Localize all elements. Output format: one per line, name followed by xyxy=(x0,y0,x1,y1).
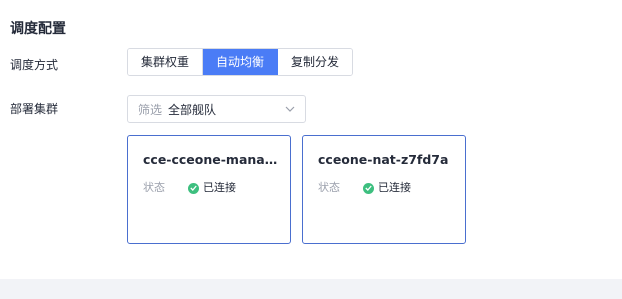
mode-option-cluster-weight[interactable]: 集群权重 xyxy=(128,49,204,75)
mode-option-auto-balance[interactable]: 自动均衡 xyxy=(203,49,279,75)
scheduling-mode-label: 调度方式 xyxy=(10,58,59,72)
cluster-card[interactable]: cceone-nat-z7fd7a 状态 已连接 xyxy=(302,135,466,244)
status-text: 已连接 xyxy=(203,181,236,194)
section-title: 调度配置 xyxy=(10,21,66,37)
fleet-filter-select[interactable]: 筛选 全部舰队 xyxy=(127,95,306,123)
cluster-status-row: 状态 已连接 xyxy=(143,181,236,195)
scheduling-mode-segmented-control: 集群权重 自动均衡 复制分发 xyxy=(127,48,354,76)
chevron-down-icon xyxy=(285,106,295,112)
cluster-card[interactable]: cce-cceone-manage... 状态 已连接 xyxy=(127,135,291,244)
status-label: 状态 xyxy=(143,181,165,194)
mode-option-replicate[interactable]: 复制分发 xyxy=(278,49,353,75)
cluster-name: cceone-nat-z7fd7a xyxy=(318,152,449,167)
status-text: 已连接 xyxy=(378,181,411,194)
cluster-name: cce-cceone-manage... xyxy=(143,152,283,167)
footer-divider xyxy=(0,279,622,299)
scheduling-config-page: 调度配置 调度方式 集群权重 自动均衡 复制分发 部署集群 筛选 全部舰队 cc… xyxy=(0,0,622,299)
check-circle-icon xyxy=(188,182,199,194)
filter-prefix: 筛选 xyxy=(138,102,163,117)
cluster-status-row: 状态 已连接 xyxy=(318,181,411,195)
filter-value: 全部舰队 xyxy=(168,102,217,117)
check-circle-icon xyxy=(363,182,374,194)
status-label: 状态 xyxy=(318,181,340,194)
deploy-cluster-label: 部署集群 xyxy=(10,102,59,116)
